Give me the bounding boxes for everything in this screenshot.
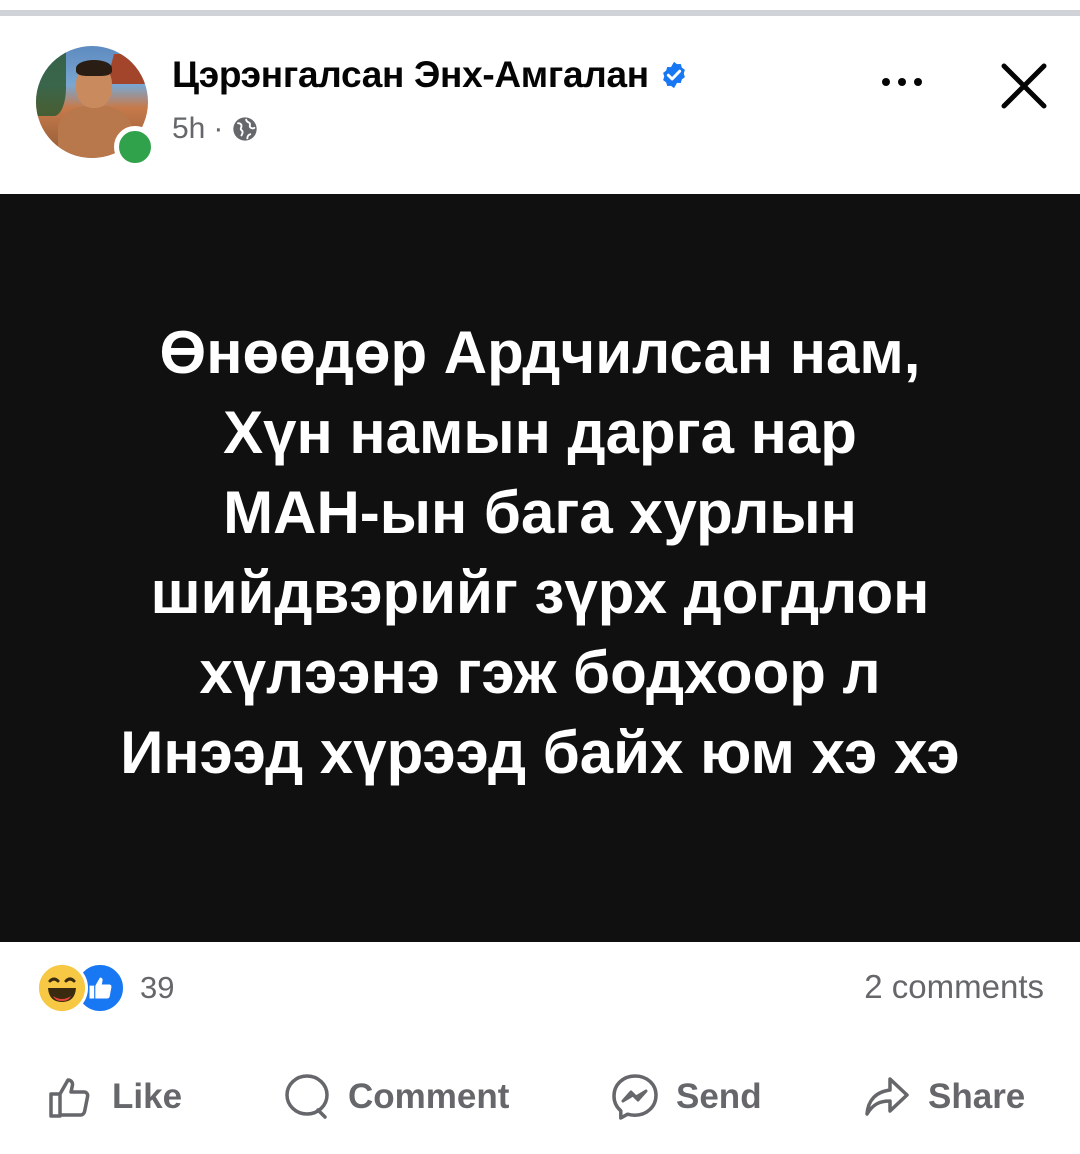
post-text-line: шийдвэрийг зүрх догдлон [150, 559, 930, 626]
post-text-line: Хүн намын дарга нар [223, 399, 857, 466]
verified-badge-icon [662, 61, 685, 89]
comment-button[interactable]: Comment [282, 1062, 509, 1132]
send-button[interactable]: Send [610, 1062, 762, 1132]
post-text-line: Инээд хүрээд байх юм хэ хэ [120, 719, 960, 786]
send-label: Send [676, 1077, 762, 1116]
comment-label: Comment [348, 1077, 510, 1116]
post-text-line: МАН-ын бага хурлын [223, 479, 857, 546]
like-button[interactable]: Like [46, 1062, 182, 1132]
post-text-image[interactable]: Өнөөдөр Ардчилсан нам, Хүн намын дарга н… [0, 194, 1080, 942]
globe-icon [233, 117, 258, 141]
messenger-icon [612, 1074, 658, 1120]
like-label: Like [112, 1077, 183, 1116]
thumbs-up-icon [49, 1078, 90, 1118]
share-label: Share [928, 1077, 1026, 1116]
comment-bubble-icon [285, 1074, 329, 1119]
action-bar: Like Comment Send Share [0, 1062, 1080, 1132]
post-time[interactable]: 5h [172, 112, 205, 146]
avatar[interactable] [36, 46, 156, 168]
meta-separator: · [213, 112, 224, 145]
reaction-count: 39 [140, 970, 175, 1005]
post-text-line: хүлээнэ гэж бодхоор л [199, 639, 881, 706]
author-row: Цэрэнгалсан Энх-Амгалан [172, 54, 689, 96]
reactions-summary[interactable]: 39 [36, 962, 174, 1014]
share-arrow-icon [865, 1077, 909, 1116]
close-icon[interactable] [996, 58, 1052, 114]
post-text-line: Өнөөдөр Ардчилсан нам, [159, 319, 921, 386]
haha-emoji-icon [36, 962, 88, 1014]
online-status-dot [114, 126, 156, 168]
comments-count-link[interactable]: 2 comments [864, 968, 1044, 1006]
share-button[interactable]: Share [862, 1062, 1025, 1132]
post-header: Цэрэнгалсан Энх-Амгалан 5h · [0, 16, 1080, 194]
top-divider [0, 0, 1080, 16]
author-name[interactable]: Цэрэнгалсан Энх-Амгалан [172, 54, 649, 96]
post-meta: 5h · [172, 112, 259, 146]
more-options-icon[interactable] [870, 62, 934, 102]
post-text: Өнөөдөр Ардчилсан нам, Хүн намын дарга н… [60, 313, 1020, 793]
